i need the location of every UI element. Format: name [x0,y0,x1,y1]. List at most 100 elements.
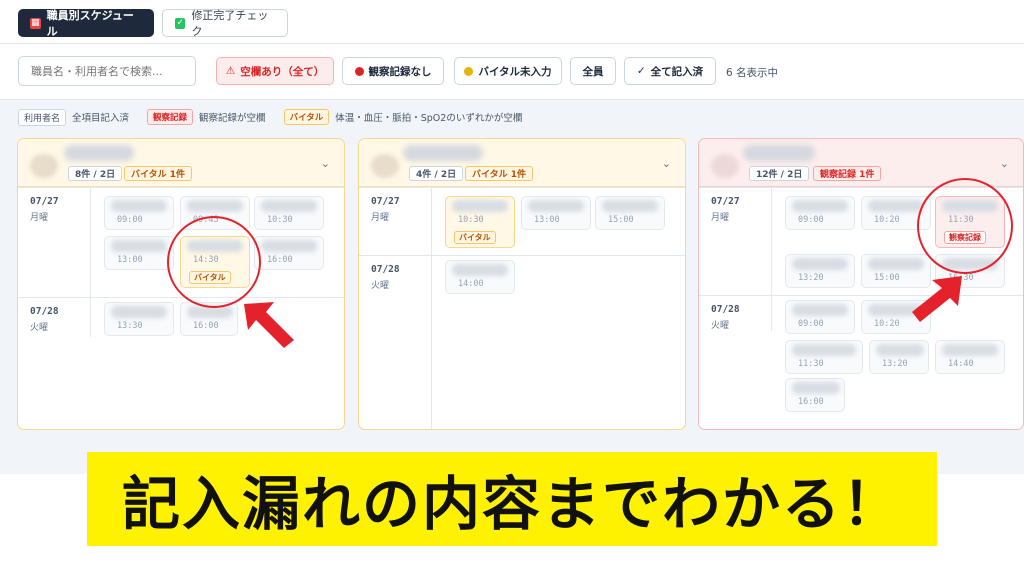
observation-alert-chip: 観察記録 1件 [813,166,882,181]
visit-slot[interactable]: 13:00 [521,196,591,230]
vital-alert-chip: バイタル 1件 [465,166,534,181]
day-weekday: 月曜 [711,213,730,223]
visit-slot[interactable]: 14:40 [935,340,1005,374]
legend-observation-desc: 観察記録が空欄 [199,113,266,124]
warning-icon: ⚠ [225,65,236,77]
avatar [711,154,739,178]
filter-no-observation-button[interactable]: 観察記録なし [342,57,444,85]
staff-name-redacted [743,145,815,161]
pointer-arrow-icon [244,302,294,348]
visit-slot[interactable]: 13:20 [869,340,929,374]
visit-slot[interactable]: 13:00 [104,236,174,270]
tab-correction-check[interactable]: ✓ 修正完了チェック [162,9,288,38]
slot-time: 09:00 [117,215,143,225]
vital-tag: バイタル [454,231,496,244]
record-count-chip: 4件 / 2日 [409,166,464,181]
filter-vital-missing-button[interactable]: バイタル未入力 [454,57,562,85]
visit-slot[interactable]: 09:00 [785,196,855,230]
calendar-icon: ▦ [30,17,41,29]
red-dot-icon [354,66,364,76]
top-tab-bar: ▦ 職員別スケジュール ✓ 修正完了チェック [0,0,1024,44]
legend-all-entered: 全項目記入済 [72,113,130,124]
filter-label: 空欄あり（全て） [240,65,325,78]
visit-slot[interactable]: 09:00 [785,300,855,334]
slot-time: 16:00 [798,397,824,407]
legend-vital-tag: バイタル [283,109,330,125]
checkmark-icon: ✓ [636,65,646,77]
legend: 利用者名 全項目記入済 観察記録 観察記録が空欄 バイタル 体温・血圧・脈拍・S… [18,108,522,126]
slot-time: 11:30 [798,359,824,369]
app-window: ▦ 職員別スケジュール ✓ 修正完了チェック ⚠ 空欄あり（全て） 観察記録なし… [0,0,1024,474]
visit-slot[interactable]: 13:30 [104,302,174,336]
staff-name-redacted [64,145,134,161]
day-weekday: 月曜 [30,213,49,223]
highlight-circle [167,216,261,308]
visit-slot[interactable]: 10:30 [254,196,324,230]
day-weekday: 火曜 [30,323,49,333]
visit-slot-vital-missing[interactable]: 10:30 バイタル [445,196,515,248]
slot-time: 13:30 [117,321,143,331]
slot-time: 15:00 [608,215,634,225]
legend-observation-tag: 観察記録 [147,109,194,125]
slot-time: 09:00 [798,319,824,329]
record-count-chip: 8件 / 2日 [68,166,123,181]
chevron-down-icon[interactable]: ⌄ [1000,157,1009,170]
day-date: 07/28 [371,264,400,275]
visit-slot[interactable]: 16:00 [254,236,324,270]
day-date: 07/27 [371,196,400,207]
record-count-chip: 12件 / 2日 [749,166,810,181]
slot-time: 09:00 [798,215,824,225]
staff-name-redacted [403,145,483,161]
slot-time: 10:30 [458,215,484,225]
staff-card: 4件 / 2日 バイタル 1件 ⌄ 07/27 月曜 10:30 バイタル 13:… [358,138,686,430]
slot-time: 16:00 [267,255,293,265]
visit-slot[interactable]: 13:20 [785,254,855,288]
slot-time: 16:00 [193,321,219,331]
day-weekday: 火曜 [371,281,390,291]
day-date: 07/27 [711,196,740,207]
day-weekday: 月曜 [371,213,390,223]
filter-label: 観察記録なし [368,65,432,78]
visit-slot[interactable]: 09:00 [104,196,174,230]
slot-time: 10:20 [874,319,900,329]
slot-time: 13:00 [117,255,143,265]
slot-time: 13:20 [798,273,824,283]
chevron-down-icon[interactable]: ⌄ [662,157,671,170]
staff-card-header[interactable]: 4件 / 2日 バイタル 1件 ⌄ [359,139,685,187]
filter-all-staff-button[interactable]: 全員 [570,57,616,85]
slot-time: 15:00 [874,273,900,283]
day-date: 07/28 [711,304,740,315]
tab-staff-schedule[interactable]: ▦ 職員別スケジュール [18,9,154,38]
tab-label: 職員別スケジュール [46,9,134,38]
tab-label: 修正完了チェック [191,9,269,38]
filter-empty-all-button[interactable]: ⚠ 空欄あり（全て） [216,57,334,85]
filter-label: 全員 [582,65,604,78]
avatar [30,154,58,178]
caption-banner: 記入漏れの内容までわかる！ [87,452,937,546]
visit-slot[interactable]: 15:00 [595,196,665,230]
search-input[interactable] [18,56,196,86]
day-weekday: 火曜 [711,321,730,331]
yellow-dot-icon [464,66,474,76]
slot-time: 10:20 [874,215,900,225]
slot-time: 14:40 [948,359,974,369]
visit-slot[interactable]: 16:00 [785,378,845,412]
visit-slot[interactable]: 14:00 [445,260,515,294]
slot-time: 13:00 [534,215,560,225]
slot-time: 14:00 [458,279,484,289]
visit-slot[interactable]: 11:30 [785,340,863,374]
day-date: 07/27 [30,196,59,207]
slot-time: 10:30 [267,215,293,225]
highlight-circle [917,178,1013,274]
legend-user-name: 利用者名 [18,108,67,126]
display-count: 6 名表示中 [726,67,779,79]
staff-card-header[interactable]: 8件 / 2日 バイタル 1件 ⌄ [18,139,344,187]
day-row: 07/27 月曜 10:30 バイタル 13:00 15:00 [359,187,685,255]
filter-bar: ⚠ 空欄あり（全て） 観察記録なし バイタル未入力 全員 ✓ 全て記入済 6 名… [0,44,1024,100]
pointer-arrow-icon [912,276,962,322]
day-date: 07/28 [30,306,59,317]
day-row: 07/28 火曜 09:00 10:20 11:30 13:20 14:40 1… [699,295,1023,429]
filter-all-entered-button[interactable]: ✓ 全て記入済 [624,57,716,85]
avatar [371,154,399,178]
chevron-down-icon[interactable]: ⌄ [321,157,330,170]
